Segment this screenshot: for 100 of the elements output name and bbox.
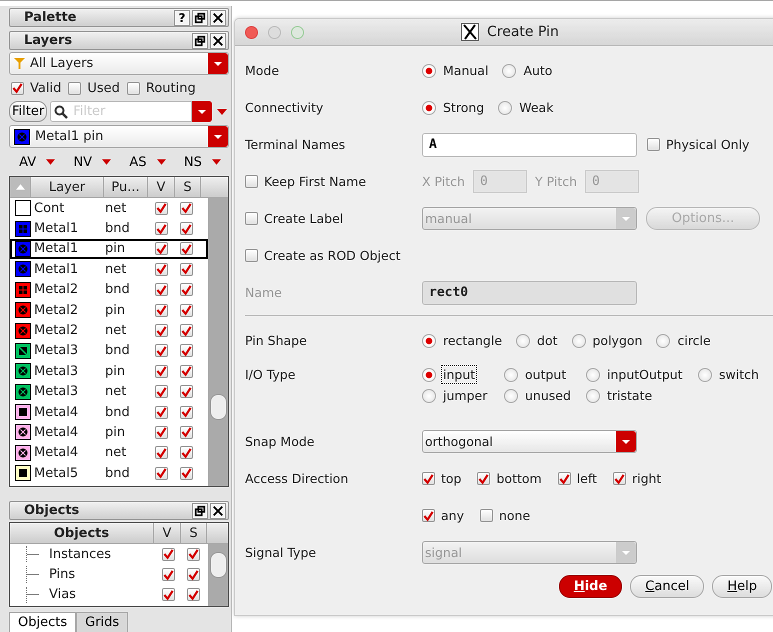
restore-icon[interactable] — [192, 502, 208, 518]
close-icon[interactable] — [210, 32, 226, 48]
layer-row[interactable]: Metal1 pin — [10, 238, 208, 260]
visible-checkbox[interactable] — [154, 304, 168, 317]
column-header[interactable]: V — [154, 523, 181, 543]
radio-button[interactable] — [498, 100, 512, 114]
close-button[interactable] — [245, 26, 258, 38]
visible-checkbox[interactable] — [154, 406, 168, 419]
caret-icon[interactable] — [156, 159, 166, 165]
selectable-checkbox[interactable] — [187, 548, 200, 561]
checkbox[interactable] — [126, 82, 140, 94]
checkbox[interactable] — [245, 249, 258, 262]
column-header[interactable]: Pu... — [104, 177, 148, 197]
menu-button[interactable]: AV — [17, 154, 38, 170]
checkbox[interactable] — [612, 472, 626, 485]
layer-row[interactable]: Metal5 bnd — [10, 463, 208, 484]
close-icon[interactable] — [210, 10, 226, 26]
selectable-checkbox[interactable] — [180, 426, 193, 439]
selectable-checkbox[interactable] — [180, 222, 193, 236]
visible-checkbox[interactable] — [154, 324, 168, 338]
tab[interactable]: Grids — [76, 612, 128, 632]
selectable-checkbox[interactable] — [180, 406, 193, 419]
visible-checkbox[interactable] — [154, 262, 168, 276]
selectable-checkbox[interactable] — [180, 385, 193, 398]
checkbox[interactable] — [11, 82, 24, 94]
menu-button[interactable]: NV — [71, 154, 94, 170]
scrollbar[interactable] — [208, 198, 228, 486]
caret-icon[interactable] — [102, 159, 112, 165]
selectable-checkbox[interactable] — [180, 344, 193, 358]
selectable-checkbox[interactable] — [187, 568, 200, 582]
layer-row[interactable]: Metal2 pin — [10, 300, 208, 320]
visible-checkbox[interactable] — [154, 426, 168, 439]
checkbox[interactable] — [477, 472, 490, 485]
layer-set-dropdown[interactable]: All Layers — [9, 52, 229, 75]
help-button[interactable]: ? — [174, 10, 190, 26]
selectable-checkbox[interactable] — [180, 202, 193, 215]
column-header[interactable]: V — [148, 177, 175, 197]
visible-checkbox[interactable] — [154, 222, 168, 236]
layer-row[interactable]: Metal2 bnd — [10, 280, 208, 300]
radio-button[interactable] — [504, 388, 518, 402]
selectable-checkbox[interactable] — [187, 588, 200, 602]
filter-button[interactable]: Filter — [9, 101, 48, 122]
caret-icon[interactable] — [212, 159, 221, 165]
layer-row[interactable]: Metal1 bnd — [10, 218, 208, 239]
visible-checkbox[interactable] — [154, 385, 168, 398]
selectable-checkbox[interactable] — [180, 324, 193, 338]
radio-button[interactable] — [504, 368, 518, 382]
visible-checkbox[interactable] — [162, 548, 174, 561]
radio-button[interactable] — [516, 334, 530, 348]
checkbox[interactable] — [480, 509, 493, 522]
checkbox[interactable] — [245, 175, 258, 188]
layer-row[interactable]: Metal1 net — [10, 259, 208, 280]
column-header[interactable]: Layer — [31, 177, 104, 197]
radio-button[interactable] — [502, 64, 516, 78]
visible-checkbox[interactable] — [154, 446, 168, 460]
radio-button[interactable] — [698, 368, 712, 382]
radio-button[interactable] — [422, 368, 436, 382]
layer-row[interactable]: Metal4 pin — [10, 422, 208, 443]
visible-checkbox[interactable] — [154, 202, 168, 215]
menu-button[interactable]: NS — [182, 154, 204, 170]
dropdown[interactable]: orthogonal — [422, 430, 637, 453]
selectable-checkbox[interactable] — [180, 446, 193, 460]
dialog-button[interactable]: Hide — [558, 575, 622, 598]
selectable-checkbox[interactable] — [180, 466, 193, 480]
tab[interactable]: Objects — [9, 612, 76, 632]
visible-checkbox[interactable] — [162, 588, 174, 602]
restore-icon[interactable] — [192, 10, 208, 26]
restore-icon[interactable] — [192, 32, 208, 48]
dialog-button[interactable]: Cancel — [630, 575, 704, 598]
layer-row[interactable]: Metal3 bnd — [10, 340, 208, 362]
radio-button[interactable] — [586, 388, 600, 402]
radio-button[interactable] — [422, 64, 436, 78]
checkbox[interactable] — [558, 472, 571, 485]
checkbox[interactable] — [647, 138, 660, 151]
selectable-checkbox[interactable] — [180, 262, 193, 276]
scrollbar[interactable] — [208, 544, 228, 606]
dropdown-button[interactable] — [192, 101, 212, 122]
radio-button[interactable] — [422, 388, 436, 402]
layer-row[interactable]: Cont net — [10, 198, 208, 218]
layer-row[interactable]: Metal4 bnd — [10, 402, 208, 422]
selectable-checkbox[interactable] — [180, 304, 193, 317]
dialog-button[interactable]: Help — [712, 575, 772, 598]
selectable-checkbox[interactable] — [180, 283, 193, 296]
layer-row[interactable]: Metal4 net — [10, 442, 208, 464]
visible-checkbox[interactable] — [154, 466, 168, 480]
column-header[interactable]: S — [175, 177, 201, 197]
radio-button[interactable] — [422, 334, 436, 348]
text-field[interactable]: A — [422, 132, 637, 156]
layer-row[interactable]: Metal3 net — [10, 382, 208, 402]
visible-checkbox[interactable] — [154, 242, 168, 256]
selectable-checkbox[interactable] — [180, 242, 193, 256]
layer-row[interactable]: Metal2 net — [10, 320, 208, 341]
radio-button[interactable] — [572, 334, 586, 348]
checkbox[interactable] — [68, 82, 82, 94]
radio-button[interactable] — [656, 334, 670, 348]
selectable-checkbox[interactable] — [180, 364, 193, 378]
menu-button[interactable]: AS — [127, 154, 149, 170]
checkbox[interactable] — [422, 509, 435, 522]
radio-button[interactable] — [422, 100, 436, 114]
visible-checkbox[interactable] — [154, 283, 168, 296]
